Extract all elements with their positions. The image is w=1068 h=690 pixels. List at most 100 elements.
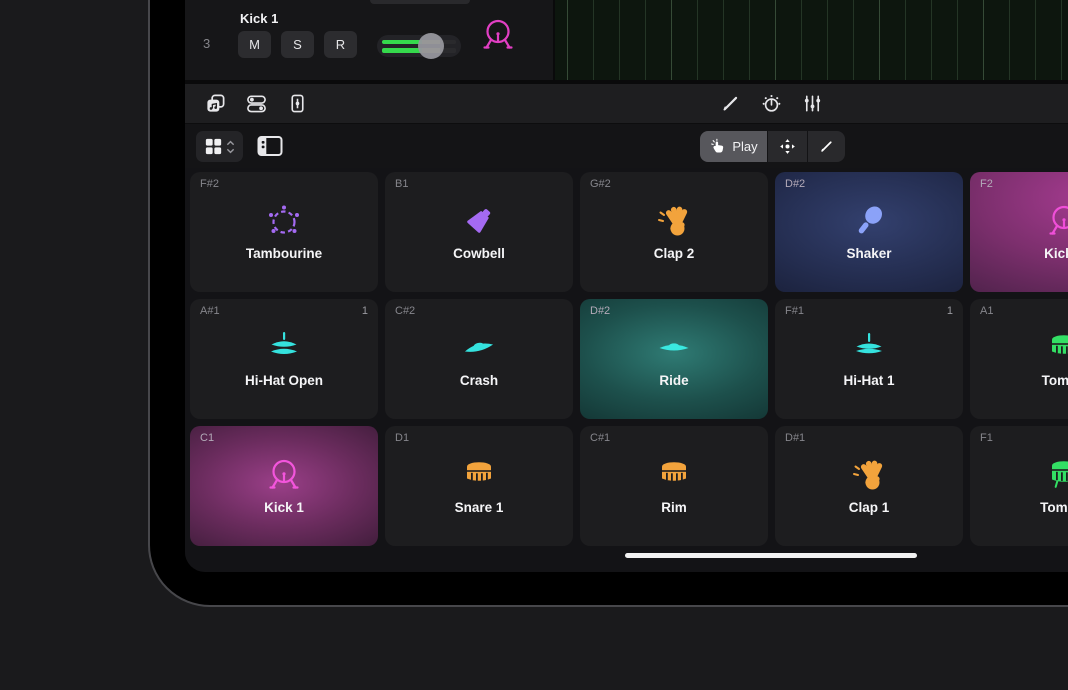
pad-name-label: Tambourine <box>246 246 322 261</box>
pad-note-label: F#1 <box>785 305 804 317</box>
drum-pad-tom-lo[interactable]: F1 Tom Lo <box>970 426 1068 546</box>
ipad-device-frame: 3 Kick 1 M S R <box>148 0 1068 607</box>
pad-note-label: C1 <box>200 432 214 444</box>
drum-pad-crash[interactable]: C#2 Crash <box>385 299 573 419</box>
pad-note-label: F1 <box>980 432 993 444</box>
pad-name-label: Kick 2 <box>1044 246 1068 261</box>
pad-note-label: G#2 <box>590 178 611 190</box>
pad-note-label: D1 <box>395 432 409 444</box>
pad-name-label: Hi-Hat Open <box>245 373 323 388</box>
drum-pad-tom-hi[interactable]: A1 Tom Hi <box>970 299 1068 419</box>
pad-note-label: D#1 <box>785 432 805 444</box>
loop-browser-icon[interactable] <box>205 93 226 114</box>
pad-name-label: Ride <box>659 373 688 388</box>
pad-name-label: Shaker <box>846 246 891 261</box>
clap-icon <box>849 455 889 495</box>
previous-track-slider-edge <box>370 0 470 4</box>
drum-pad-tambourine[interactable]: F#2 Tambourine <box>190 172 378 292</box>
drum-pad-cowbell[interactable]: B1 Cowbell <box>385 172 573 292</box>
mode-segmented-control: Play <box>700 131 845 162</box>
tambourine-icon <box>264 201 304 241</box>
play-mode-segment[interactable]: Play <box>700 131 767 162</box>
drum-pad-shaker[interactable]: D#2 Shaker <box>775 172 963 292</box>
crash-icon <box>459 328 499 368</box>
horizontal-scrollbar[interactable] <box>625 553 917 558</box>
drum-pad-kick-2[interactable]: F2 Kick 2 <box>970 172 1068 292</box>
mute-button[interactable]: M <box>238 31 271 58</box>
pad-name-label: Crash <box>460 373 498 388</box>
kick-icon <box>264 455 304 495</box>
pad-count-badge: 1 <box>362 305 368 317</box>
timeline-grid[interactable] <box>553 0 1068 80</box>
pad-note-label: A1 <box>980 305 993 317</box>
play-mode-label: Play <box>732 139 757 154</box>
tom-legs-icon <box>1044 455 1068 495</box>
pencil-icon[interactable] <box>720 93 741 114</box>
pad-count-badge: 1 <box>947 305 953 317</box>
tuner-icon[interactable] <box>761 93 782 114</box>
kick-icon <box>1044 201 1068 241</box>
drum-pad-snare-1[interactable]: D1 Snare 1 <box>385 426 573 546</box>
ride-icon <box>654 328 694 368</box>
toggles-icon[interactable] <box>246 93 267 114</box>
pad-name-label: Tom Lo <box>1040 500 1068 515</box>
drum-pad-rim[interactable]: C#1 Rim <box>580 426 768 546</box>
drum-pad-hi-hat-1[interactable]: F#1 1 Hi-Hat 1 <box>775 299 963 419</box>
editor-toolbar <box>185 84 1068 123</box>
pad-note-label: D#2 <box>785 178 805 190</box>
hihat-closed-icon <box>849 328 889 368</box>
drum-pad-clap-2[interactable]: G#2 Clap 2 <box>580 172 768 292</box>
app-screen: 3 Kick 1 M S R <box>185 0 1068 572</box>
volume-slider[interactable] <box>377 35 461 57</box>
pad-name-label: Snare 1 <box>455 500 504 515</box>
pad-note-label: C#1 <box>590 432 610 444</box>
grid-view-button[interactable] <box>196 131 243 162</box>
kit-sidebar-icon[interactable] <box>257 135 283 157</box>
shaker-icon <box>849 201 889 241</box>
pad-name-label: Clap 2 <box>654 246 695 261</box>
pad-name-label: Hi-Hat 1 <box>843 373 894 388</box>
pencil-icon <box>818 138 835 155</box>
edit-mode-segment[interactable] <box>808 131 845 162</box>
toolbar-right-group <box>720 84 823 123</box>
drum-pad-hi-hat-open[interactable]: A#1 1 Hi-Hat Open <box>190 299 378 419</box>
pad-name-label: Clap 1 <box>849 500 890 515</box>
track-name: Kick 1 <box>240 11 278 26</box>
pad-name-label: Tom Hi <box>1042 373 1068 388</box>
pad-note-label: A#1 <box>200 305 220 317</box>
pad-name-label: Rim <box>661 500 687 515</box>
pads-view-bar: Play <box>185 123 1068 168</box>
grid-2x2-icon <box>205 138 222 155</box>
solo-button[interactable]: S <box>281 31 314 58</box>
drum-pads-area: F#2 Tambourine B1 Cowbell G#2 Clap 2 D#2 Shaker… <box>185 168 1068 567</box>
toolbar-left-group <box>185 93 308 114</box>
drum-pad-clap-1[interactable]: D#1 Clap 1 <box>775 426 963 546</box>
drum-pad-ride[interactable]: D#2 Ride <box>580 299 768 419</box>
page: 3 Kick 1 M S R <box>0 0 1068 690</box>
mixer-sliders-icon[interactable] <box>802 93 823 114</box>
drum-pad-grid: F#2 Tambourine B1 Cowbell G#2 Clap 2 D#2 Shaker… <box>190 172 1068 546</box>
move-arrows-icon <box>779 138 796 155</box>
chevron-up-down-icon <box>226 138 235 156</box>
pad-note-label: F#2 <box>200 178 219 190</box>
drum-pad-kick-1[interactable]: C1 Kick 1 <box>190 426 378 546</box>
kick-drum-icon <box>478 15 518 55</box>
tap-hand-icon <box>709 138 726 155</box>
move-mode-segment[interactable] <box>768 131 807 162</box>
track-row-kick-1[interactable]: 3 Kick 1 M S R <box>185 0 1068 84</box>
volume-slider-knob[interactable] <box>418 33 444 59</box>
pad-note-label: C#2 <box>395 305 415 317</box>
track-number: 3 <box>203 36 210 51</box>
cowbell-icon <box>459 201 499 241</box>
pad-note-label: D#2 <box>590 305 610 317</box>
pad-name-label: Cowbell <box>453 246 505 261</box>
pad-name-label: Kick 1 <box>264 500 304 515</box>
record-enable-button[interactable]: R <box>324 31 357 58</box>
tom-icon <box>1044 328 1068 368</box>
fader-icon[interactable] <box>287 93 308 114</box>
hihat-open-icon <box>264 328 304 368</box>
pad-note-label: B1 <box>395 178 408 190</box>
clap-icon <box>654 201 694 241</box>
drum-icon <box>654 455 694 495</box>
pad-note-label: F2 <box>980 178 993 190</box>
